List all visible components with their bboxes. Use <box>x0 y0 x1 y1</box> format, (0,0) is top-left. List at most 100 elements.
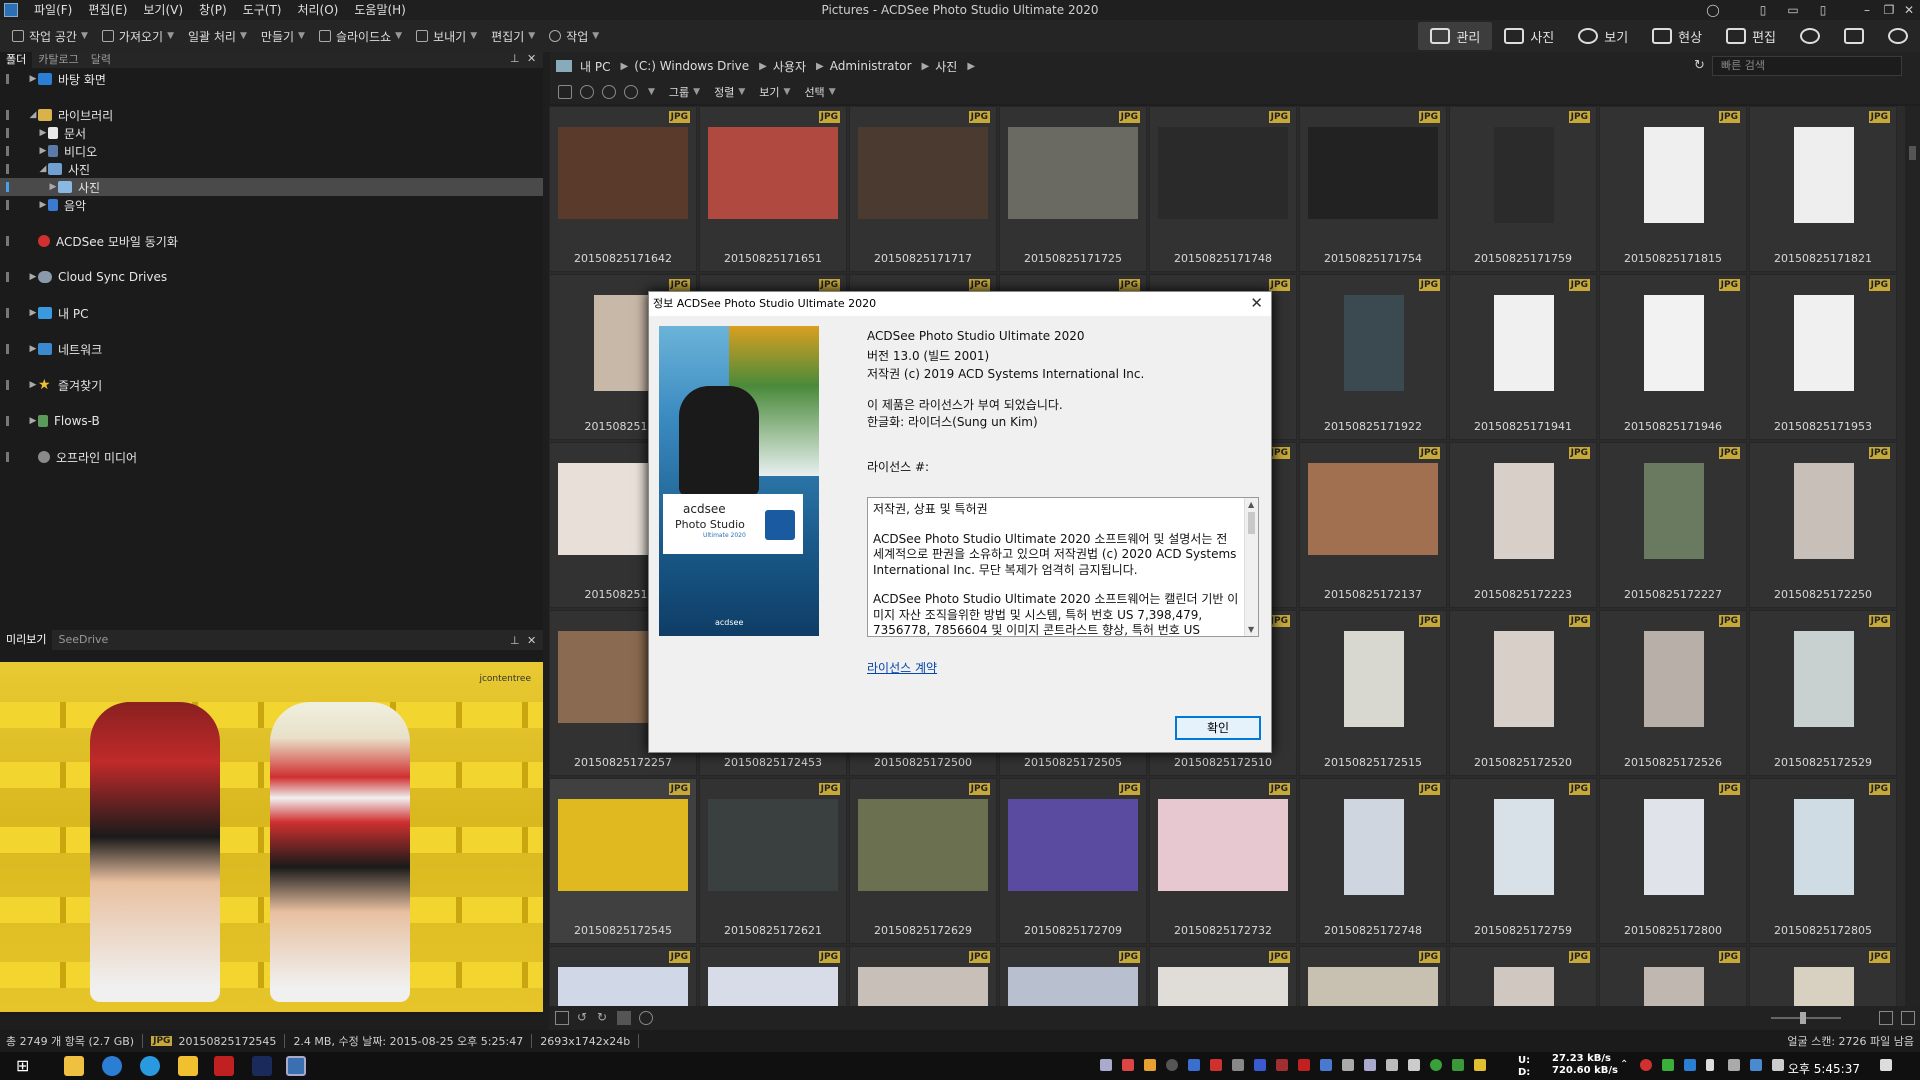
compare-icon[interactable] <box>617 1011 631 1025</box>
rotate-left-icon[interactable]: ↺ <box>577 1010 587 1024</box>
refresh-icon[interactable]: ↻ <box>1694 58 1705 73</box>
tray-icon[interactable] <box>1452 1059 1464 1071</box>
thumbnail-cell[interactable]: JPG <box>1299 946 1447 1006</box>
license-scrollbar[interactable]: ▲ ▼ <box>1244 498 1258 636</box>
thumbnail-cell[interactable]: JPG 20150825171651 <box>699 106 847 272</box>
tray-icon[interactable] <box>1342 1059 1354 1071</box>
create-menu[interactable]: 만들기 ▼ <box>261 28 305 45</box>
thumbnail-cell[interactable]: JPG 20150825172250 <box>1749 442 1897 608</box>
thumbnail-cell[interactable]: JPG 20150825172526 <box>1599 610 1747 776</box>
tree-item-pictures[interactable]: ◢ 사진 <box>0 160 543 178</box>
thumbnail-cell[interactable]: JPG 20150825171754 <box>1299 106 1447 272</box>
tray-icon[interactable] <box>1662 1059 1674 1071</box>
thumbnail-cell[interactable]: JPG 20150825172545 <box>549 778 697 944</box>
zoom-slider[interactable] <box>1771 1017 1841 1019</box>
tray-icon[interactable] <box>1188 1059 1200 1071</box>
tree-item-libraries[interactable]: ◢ 라이브러리 <box>0 106 543 124</box>
license-textbox[interactable]: 저작권, 상표 및 특허권 ACDSee Photo Studio Ultima… <box>867 497 1259 637</box>
menu-help[interactable]: 도움말(H) <box>346 0 414 20</box>
acdsee-taskbar-icon[interactable] <box>286 1056 306 1076</box>
expand-icon[interactable]: ▶ <box>28 272 38 282</box>
batch-menu[interactable]: 일괄 처리 ▼ <box>188 28 247 45</box>
network-tray-icon[interactable] <box>1750 1059 1762 1071</box>
mode-photos[interactable]: 사진 <box>1492 22 1566 50</box>
scroll-thumb[interactable] <box>1909 146 1916 160</box>
app-icon[interactable] <box>4 3 18 17</box>
forward-icon[interactable] <box>602 85 616 99</box>
mode-develop[interactable]: 현상 <box>1640 22 1714 50</box>
expand-icon[interactable]: ▶ <box>28 380 38 390</box>
microphone-icon[interactable] <box>1706 1059 1714 1071</box>
thumbnail-cell[interactable]: JPG <box>999 946 1147 1006</box>
tray-icon[interactable] <box>1210 1059 1222 1071</box>
breadcrumb-users[interactable]: 사용자 <box>773 58 806 75</box>
thumbnail-cell[interactable]: JPG 20150825171953 <box>1749 274 1897 440</box>
view-menu[interactable]: 보기 <box>759 84 779 100</box>
tree-item-desktop[interactable]: ▶ 바탕 화면 <box>0 70 543 88</box>
slideshow-menu[interactable]: 슬라이드쇼 ▼ <box>318 28 402 45</box>
mode-365[interactable] <box>1788 22 1832 50</box>
thumbnail-cell[interactable]: JPG <box>699 946 847 1006</box>
tray-icon[interactable] <box>1474 1059 1486 1071</box>
layout-right-icon[interactable]: ▯ <box>1812 0 1834 20</box>
zoom-slider-thumb[interactable] <box>1800 1012 1806 1024</box>
sort-menu[interactable]: 정렬 <box>714 84 734 100</box>
mode-manage[interactable]: 관리 <box>1418 22 1493 50</box>
tray-icon[interactable] <box>1232 1059 1244 1071</box>
thumbnail-cell[interactable]: JPG <box>1449 946 1597 1006</box>
thumbnail-cell[interactable]: JPG 20150825172137 <box>1299 442 1447 608</box>
dialog-close-button[interactable]: ✕ <box>1250 294 1263 312</box>
tree-item-music[interactable]: ▶ 음악 <box>0 196 543 214</box>
thumbnail-cell[interactable]: JPG <box>1149 946 1297 1006</box>
ok-button[interactable]: 확인 <box>1175 716 1261 740</box>
tree-item-network[interactable]: ▶ 네트워크 <box>0 340 543 358</box>
tree-item-offline-media[interactable]: 오프라인 미디어 <box>0 448 543 466</box>
thumbnail-cell[interactable]: JPG 20150825172759 <box>1449 778 1597 944</box>
red-app-icon[interactable] <box>214 1056 234 1076</box>
tree-item-flows-b[interactable]: ▶ Flows-B <box>0 412 543 430</box>
thumbnail-cell[interactable]: JPG 20150825172520 <box>1449 610 1597 776</box>
tray-icon[interactable] <box>1298 1059 1310 1071</box>
close-window-button[interactable]: ✕ <box>1898 0 1920 20</box>
tree-item-pictures-folder[interactable]: ▶ 사진 <box>0 178 543 196</box>
license-agreement-link[interactable]: 라이선스 계약 <box>867 659 937 676</box>
tray-icon[interactable] <box>1144 1059 1156 1071</box>
send-menu[interactable]: 보내기 ▼ <box>416 28 477 45</box>
home-icon[interactable] <box>558 85 572 99</box>
breadcrumb-admin[interactable]: Administrator <box>830 59 912 73</box>
thumbnail-cell[interactable]: JPG 20150825172223 <box>1449 442 1597 608</box>
thumbnail-size-icon[interactable] <box>1879 1011 1893 1025</box>
thumbnail-cell[interactable]: JPG 20150825172529 <box>1749 610 1897 776</box>
bluetooth-icon[interactable] <box>1684 1059 1696 1071</box>
thumbnail-cell[interactable]: JPG <box>1599 946 1747 1006</box>
tab-preview[interactable]: 미리보기 <box>0 630 53 650</box>
tray-icon[interactable] <box>1100 1059 1112 1071</box>
thumbnail-cell[interactable]: JPG 20150825172515 <box>1299 610 1447 776</box>
expand-icon[interactable]: ▶ <box>38 200 48 210</box>
menu-view[interactable]: 보기(V) <box>135 0 191 20</box>
import-menu[interactable]: 가져오기 ▼ <box>101 28 174 45</box>
breadcrumb-pc[interactable]: 내 PC <box>580 58 610 75</box>
minimize-button[interactable]: – <box>1856 0 1878 20</box>
tray-icon[interactable] <box>1166 1059 1178 1071</box>
tab-seedrive[interactable]: SeeDrive <box>52 630 114 650</box>
tray-icon[interactable] <box>1122 1059 1134 1071</box>
tree-item-favorites[interactable]: ▶ ★ 즐겨찾기 <box>0 376 543 394</box>
thumbnail-cell[interactable]: JPG 20150825172629 <box>849 778 997 944</box>
tree-item-documents[interactable]: ▶ 문서 <box>0 124 543 142</box>
menu-file[interactable]: 파일(F) <box>26 0 80 20</box>
restore-button[interactable]: ❐ <box>1878 0 1900 20</box>
layout-bottom-icon[interactable]: ▭ <box>1782 0 1804 20</box>
tray-icon[interactable] <box>1386 1059 1398 1071</box>
thumbnail-cell[interactable]: JPG 20150825171725 <box>999 106 1147 272</box>
thumbnail-cell[interactable]: JPG 20150825171821 <box>1749 106 1897 272</box>
play-icon[interactable] <box>639 1011 653 1025</box>
editor-menu[interactable]: 편집기 ▼ <box>491 28 535 45</box>
breadcrumb-pictures[interactable]: 사진 <box>935 58 957 75</box>
tab-folders[interactable]: 폴더 <box>0 52 33 68</box>
tree-item-mobile-sync[interactable]: ACDSee 모바일 동기화 <box>0 232 543 250</box>
thumbnail-cell[interactable]: JPG <box>849 946 997 1006</box>
expand-icon[interactable]: ▶ <box>28 416 38 426</box>
mode-view[interactable]: 보기 <box>1566 22 1640 50</box>
menu-edit[interactable]: 편집(E) <box>80 0 135 20</box>
